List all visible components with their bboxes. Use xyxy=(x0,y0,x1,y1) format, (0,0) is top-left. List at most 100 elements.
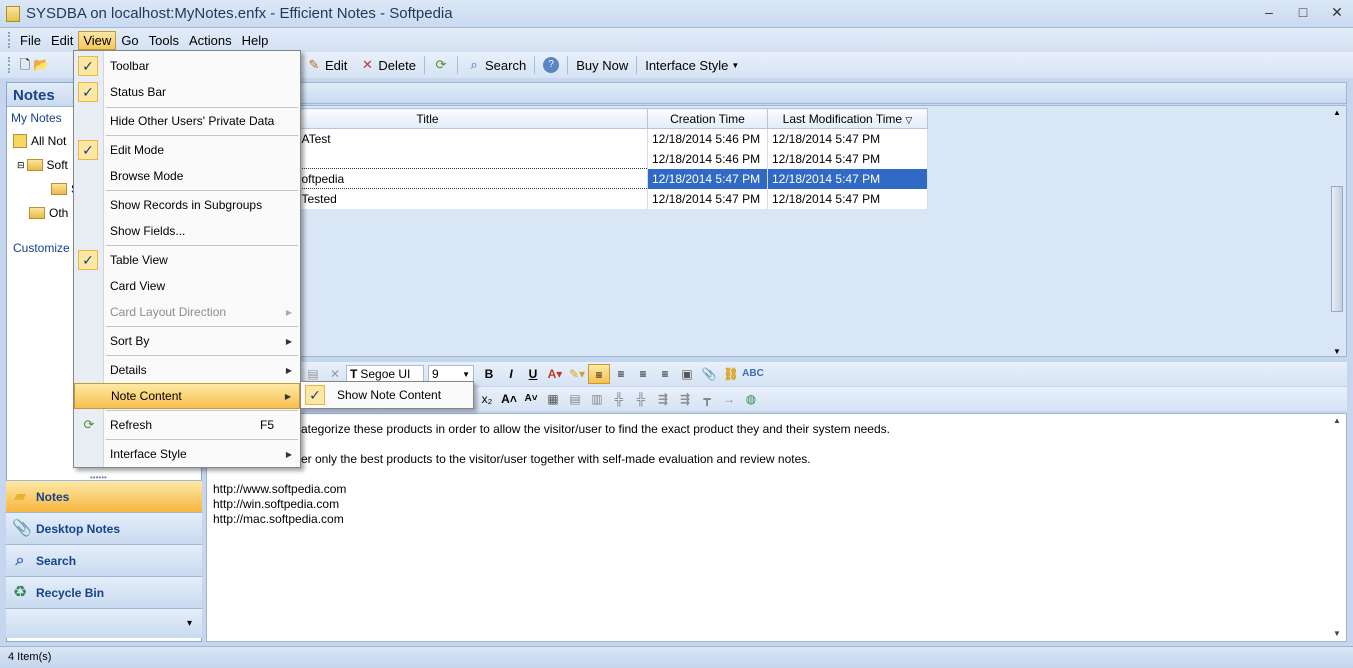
menu-item-interface-style[interactable]: Interface Style ▶ xyxy=(74,441,300,467)
grid-scrollbar[interactable]: ▲ ▼ xyxy=(1330,108,1344,356)
interface-style-dropdown[interactable]: Interface Style ▼ xyxy=(639,54,745,76)
menu-item-show-records[interactable]: Show Records in Subgroups xyxy=(74,192,300,218)
delete-button[interactable]: ✕ Delete xyxy=(353,54,422,76)
view-menu-dropdown: ✓ Toolbar ✓ Status Bar Hide Other Users'… xyxy=(73,50,301,468)
scroll-down-icon[interactable]: ▼ xyxy=(1330,347,1344,356)
scroll-up-icon[interactable]: ▲ xyxy=(1330,416,1344,425)
toolbar-grip[interactable] xyxy=(8,57,11,73)
web-link-icon[interactable]: ◍ xyxy=(740,389,762,409)
menu-item-note-content[interactable]: Note Content ▶ xyxy=(74,383,300,409)
menu-item-table-view[interactable]: ✓ Table View xyxy=(74,247,300,273)
menu-item-toolbar[interactable]: ✓ Toolbar xyxy=(74,53,300,79)
nav-label: Notes xyxy=(36,489,70,504)
table-delete-icon[interactable]: ╬ xyxy=(630,389,652,409)
table-props-icon[interactable]: ┳ xyxy=(696,389,718,409)
subscript-icon[interactable]: x₂ xyxy=(476,389,498,409)
underline-button[interactable]: U xyxy=(522,364,544,384)
note-editor[interactable]: ategorize these products in order to all… xyxy=(206,413,1347,642)
menu-item-card-view[interactable]: Card View xyxy=(74,273,300,299)
menu-item-show-fields[interactable]: Show Fields... xyxy=(74,218,300,244)
cell-modified: 12/18/2014 5:47 PM xyxy=(767,188,928,209)
menu-item-sort-by[interactable]: Sort By ▶ xyxy=(74,328,300,354)
editor-link[interactable]: http://www.softpedia.com xyxy=(213,482,1340,497)
menu-separator xyxy=(106,135,298,136)
table-split-icon[interactable]: ⇶ xyxy=(674,389,696,409)
menu-item-browse-mode[interactable]: Browse Mode xyxy=(74,163,300,189)
spellcheck-icon[interactable]: ABC xyxy=(742,364,764,384)
column-modification-time[interactable]: Last Modification Time ▽ xyxy=(767,108,928,129)
table-row[interactable]: 12/18/2014 5:46 PM 12/18/2014 5:47 PM xyxy=(207,148,928,169)
menu-item-hide-private-data[interactable]: Hide Other Users' Private Data xyxy=(74,108,300,134)
table-insert-icon[interactable]: ╬ xyxy=(608,389,630,409)
menu-separator xyxy=(106,410,298,411)
align-right-button[interactable]: ≡ xyxy=(632,364,654,384)
open-folder-icon[interactable]: 📂 xyxy=(33,57,49,73)
menubar-grip[interactable] xyxy=(8,32,11,48)
notes-grid: Title Creation Time Last Modification Ti… xyxy=(206,105,1347,357)
maximize-button[interactable]: □ xyxy=(1293,4,1313,21)
align-left-button[interactable]: ≡ xyxy=(588,364,610,384)
menu-file[interactable]: File xyxy=(15,31,46,50)
table-row[interactable]: Tested 12/18/2014 5:47 PM 12/18/2014 5:4… xyxy=(207,188,928,209)
refresh-button[interactable]: ⟳ xyxy=(427,54,455,76)
insert-table-icon[interactable]: ▦ xyxy=(542,389,564,409)
tree-expander-icon[interactable]: ⊟ xyxy=(17,160,25,171)
shrink-font-icon[interactable]: A˅ xyxy=(520,389,542,409)
bold-button[interactable]: B xyxy=(478,364,500,384)
insert-image-icon[interactable]: ▣ xyxy=(676,364,698,384)
menu-item-edit-mode[interactable]: ✓ Edit Mode xyxy=(74,137,300,163)
scroll-down-icon[interactable]: ▼ xyxy=(1330,629,1344,638)
cell-created: 12/18/2014 5:46 PM xyxy=(647,128,768,149)
highlight-icon[interactable]: ✎▾ xyxy=(566,364,588,384)
italic-button[interactable]: I xyxy=(500,364,522,384)
table-merge-icon[interactable]: ⇶ xyxy=(652,389,674,409)
table-row-selected[interactable]: oftpedia 12/18/2014 5:47 PM 12/18/2014 5… xyxy=(207,168,928,189)
scroll-up-icon[interactable]: ▲ xyxy=(1330,108,1344,117)
cell-modified: 12/18/2014 5:47 PM xyxy=(767,148,928,169)
close-button[interactable]: ✕ xyxy=(1327,4,1347,21)
column-creation-time[interactable]: Creation Time xyxy=(647,108,768,129)
grow-font-icon[interactable]: A˄ xyxy=(498,389,520,409)
font-color-icon[interactable]: A▾ xyxy=(544,364,566,384)
menu-help[interactable]: Help xyxy=(237,31,274,50)
nav-search-button[interactable]: ⌕ Search xyxy=(6,544,202,576)
scroll-thumb[interactable] xyxy=(1331,186,1343,312)
menu-item-refresh[interactable]: ⟳ Refresh F5 xyxy=(74,412,300,438)
table-move-icon[interactable]: → xyxy=(718,389,740,409)
justify-button[interactable]: ≡ xyxy=(654,364,676,384)
submenu-arrow-icon: ▶ xyxy=(285,365,292,375)
table-col-icon[interactable]: ▥ xyxy=(586,389,608,409)
edit-button[interactable]: ✎ Edit xyxy=(300,54,353,76)
menu-item-label: Refresh xyxy=(110,418,153,432)
table-row[interactable]: ATest 12/18/2014 5:46 PM 12/18/2014 5:47… xyxy=(207,128,928,149)
attach-icon[interactable]: 📎 xyxy=(698,364,720,384)
help-button[interactable]: ? xyxy=(537,54,565,76)
link-icon[interactable]: ⛓ xyxy=(720,364,742,384)
editor-link[interactable]: http://mac.softpedia.com xyxy=(213,512,1340,527)
note-icon xyxy=(13,134,27,148)
align-center-button[interactable]: ≡ xyxy=(610,364,632,384)
menu-item-label: Table View xyxy=(110,253,168,267)
search-button[interactable]: ⌕ Search xyxy=(460,54,532,76)
table-row-icon[interactable]: ▤ xyxy=(564,389,586,409)
menu-view[interactable]: View xyxy=(78,30,117,50)
new-note-icon[interactable]: 🗋 xyxy=(17,57,33,73)
menu-tools[interactable]: Tools xyxy=(144,31,184,50)
notes-icon: ▰ xyxy=(13,487,27,505)
buy-now-button[interactable]: Buy Now xyxy=(570,54,634,76)
nav-recycle-bin-button[interactable]: ♻ Recycle Bin xyxy=(6,576,202,608)
nav-desktop-notes-button[interactable]: 📎 Desktop Notes xyxy=(6,512,202,544)
minimize-button[interactable]: – xyxy=(1259,4,1279,21)
sort-icon: ▽ xyxy=(905,114,913,125)
menu-actions[interactable]: Actions xyxy=(184,31,237,50)
editor-scrollbar[interactable]: ▲ ▼ xyxy=(1330,416,1344,638)
menu-item-details[interactable]: Details ▶ xyxy=(74,357,300,383)
menu-item-label: Show Records in Subgroups xyxy=(110,198,263,212)
nav-configure-button[interactable]: ▾ xyxy=(6,608,202,638)
refresh-icon: ⟳ xyxy=(83,417,95,432)
menu-go[interactable]: Go xyxy=(116,31,143,50)
menu-item-status-bar[interactable]: ✓ Status Bar xyxy=(74,79,300,105)
editor-link[interactable]: http://win.softpedia.com xyxy=(213,497,1340,512)
menu-edit[interactable]: Edit xyxy=(46,31,78,50)
nav-notes-button[interactable]: ▰ Notes xyxy=(6,480,202,512)
